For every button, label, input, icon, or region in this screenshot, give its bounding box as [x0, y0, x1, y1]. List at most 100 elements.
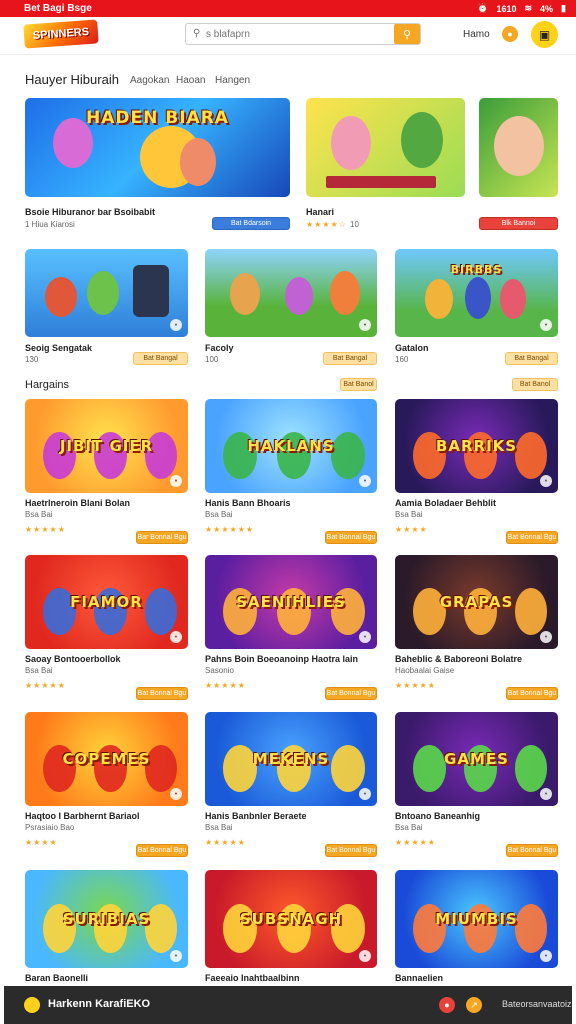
card-sub: Bsa Bai: [25, 666, 53, 675]
game-card-image[interactable]: SURIBIAS •: [25, 870, 188, 968]
category-tab[interactable]: Aagokan: [130, 75, 169, 86]
rating-stars: ★★★★★★: [205, 525, 255, 534]
rating-stars: ★★★★★: [395, 681, 436, 690]
game-card-image[interactable]: HAKLANS •: [205, 399, 377, 493]
card-title: Baheblic & Baboreoni Bolatre: [395, 654, 523, 664]
search-bar: ⚲ ⚲: [185, 23, 421, 45]
game-card-image[interactable]: COPEMES •: [25, 712, 188, 806]
game-card-image[interactable]: SUBSNAGH •: [205, 870, 377, 968]
play-button[interactable]: Bat Bdarsoin: [212, 217, 290, 230]
record-icon[interactable]: ●: [439, 997, 455, 1013]
section-chip[interactable]: Bat Banol: [340, 378, 377, 391]
play-button[interactable]: Bat Bangal: [505, 352, 558, 365]
app-logo[interactable]: SPINNERS: [23, 19, 99, 49]
card-sub: Sasonio: [205, 666, 234, 675]
card-sub: Bsa Bai: [395, 510, 423, 519]
play-button[interactable]: Bar Bonnal Bgu: [136, 531, 188, 544]
bottom-bar-title: Harkenn KarafiEKO: [48, 998, 151, 1010]
game-art-title: HAKLANS: [247, 437, 335, 455]
badge-icon: •: [359, 475, 371, 487]
rating-stars: ★★★★★: [395, 838, 436, 847]
badge-icon: •: [359, 950, 371, 962]
notification-icon[interactable]: ●: [502, 26, 518, 42]
bottom-bar-link[interactable]: Bateorsanvaatoiz: [502, 999, 572, 1009]
play-button[interactable]: Bat Bonnal Bgu: [136, 687, 188, 700]
card-sub: 1 Hiua Kiarosi: [25, 220, 75, 229]
cart-icon[interactable]: ▣: [531, 21, 558, 48]
game-art-title: SUBSNAGH: [239, 910, 343, 928]
alarm-icon: ⏰: [477, 3, 489, 13]
play-button[interactable]: Bat Bonnal Bgu: [506, 844, 558, 857]
badge-icon: •: [359, 788, 371, 800]
featured-card[interactable]: [306, 98, 465, 197]
category-title: Hauyer Hiburaih: [25, 72, 119, 87]
rating-stars: ★★★★: [25, 838, 58, 847]
battery-text: 4%: [540, 3, 554, 14]
card-title: Haetrlneroin Blani Bolan: [25, 498, 131, 508]
game-card-image[interactable]: GAMES •: [395, 712, 558, 806]
category-tab[interactable]: Hangen: [215, 75, 250, 86]
play-button[interactable]: Blk Bannoi: [479, 217, 558, 230]
rating-stars: ★★★★★: [25, 525, 66, 534]
search-button[interactable]: ⚲: [394, 24, 420, 44]
game-card-image[interactable]: •: [25, 249, 188, 337]
game-art-title: MIUMBIS: [435, 910, 518, 928]
card-title: Pahns Boin Boeoanoinp Haotra lain: [205, 654, 359, 664]
game-card-image[interactable]: •: [205, 249, 377, 337]
card-sub: 160: [395, 355, 409, 364]
section-title: Hargains: [25, 379, 70, 391]
play-button[interactable]: Bat Bonnal Bgu: [325, 687, 377, 700]
game-card-image[interactable]: FIAMOR •: [25, 555, 188, 649]
game-card-image[interactable]: BIRBBS •: [395, 249, 558, 337]
card-title: Aamia Boladaer Behblit: [395, 498, 497, 508]
card-sub: Bsa Bai: [205, 510, 233, 519]
bottom-bar: ⚡ Harkenn KarafiEKO ● ↗ Bateorsanvaatoiz: [4, 986, 572, 1024]
rating-stars: ★★★★: [395, 525, 428, 534]
game-card-image[interactable]: GRAPAS •: [395, 555, 558, 649]
card-title: Faeeaio Inahtbaalbinn: [205, 973, 300, 983]
status-time: 1610: [496, 3, 517, 14]
badge-icon: •: [540, 950, 552, 962]
game-card-image[interactable]: JIBIT GIER •: [25, 399, 188, 493]
play-button[interactable]: Bat Bonnal Bgu: [506, 531, 558, 544]
game-card-image[interactable]: MIUMBIS •: [395, 870, 558, 968]
category-tab[interactable]: Haoan: [176, 75, 205, 86]
game-card-image[interactable]: BARRIKS •: [395, 399, 558, 493]
share-icon[interactable]: ↗: [466, 997, 482, 1013]
play-button[interactable]: Bat Bonnal Bgu: [325, 844, 377, 857]
play-button[interactable]: Bat Bonnal Bgu: [136, 844, 188, 857]
badge-icon: •: [540, 788, 552, 800]
featured-banner[interactable]: HADEN BIARA: [25, 98, 290, 197]
badge-icon: •: [540, 475, 552, 487]
play-button[interactable]: Bat Bangal: [133, 352, 188, 365]
status-bar: Bet Bagi Bsge ⏰ 1610 ≋ 4% ▮: [0, 0, 576, 17]
app-logo-icon[interactable]: ⚡: [24, 997, 40, 1013]
card-title: Bntoano Baneanhig: [395, 811, 480, 821]
card-sub: 130: [25, 355, 39, 364]
badge-icon: •: [540, 631, 552, 643]
card-title: Bannaelien: [395, 973, 444, 983]
featured-card[interactable]: [479, 98, 558, 197]
play-button[interactable]: Bat Bonnal Bgu: [325, 531, 377, 544]
badge-icon: •: [359, 319, 371, 331]
badge-icon: •: [540, 319, 552, 331]
status-left-text: Bet Bagi Bsge: [24, 3, 92, 14]
game-art-title: COPEMES: [62, 750, 151, 768]
search-input[interactable]: [186, 24, 394, 44]
play-button[interactable]: Bat Bangal: [323, 352, 377, 365]
game-art-title: SAENIHLIES: [236, 593, 346, 611]
card-sub: Psrasiaio Bao: [25, 823, 75, 832]
game-card-image[interactable]: MEKENS •: [205, 712, 377, 806]
rating-stars: ★★★★★: [205, 681, 246, 690]
play-button[interactable]: Bat Bonnal Bgu: [506, 687, 558, 700]
rating-stars: ★★★★☆: [306, 220, 347, 229]
game-card-image[interactable]: SAENIHLIES •: [205, 555, 377, 649]
card-title: Gatalon: [395, 343, 429, 353]
header-home-link[interactable]: Hamo: [463, 29, 490, 40]
card-title: Saoay Bontooerbollok: [25, 654, 121, 664]
game-art-title: BARRIKS: [435, 437, 518, 455]
badge-icon: •: [170, 319, 182, 331]
section-chip[interactable]: Bat Banol: [512, 378, 558, 391]
card-title: Hanis Banbnler Beraete: [205, 811, 307, 821]
game-art-title: FIAMOR: [70, 593, 143, 611]
